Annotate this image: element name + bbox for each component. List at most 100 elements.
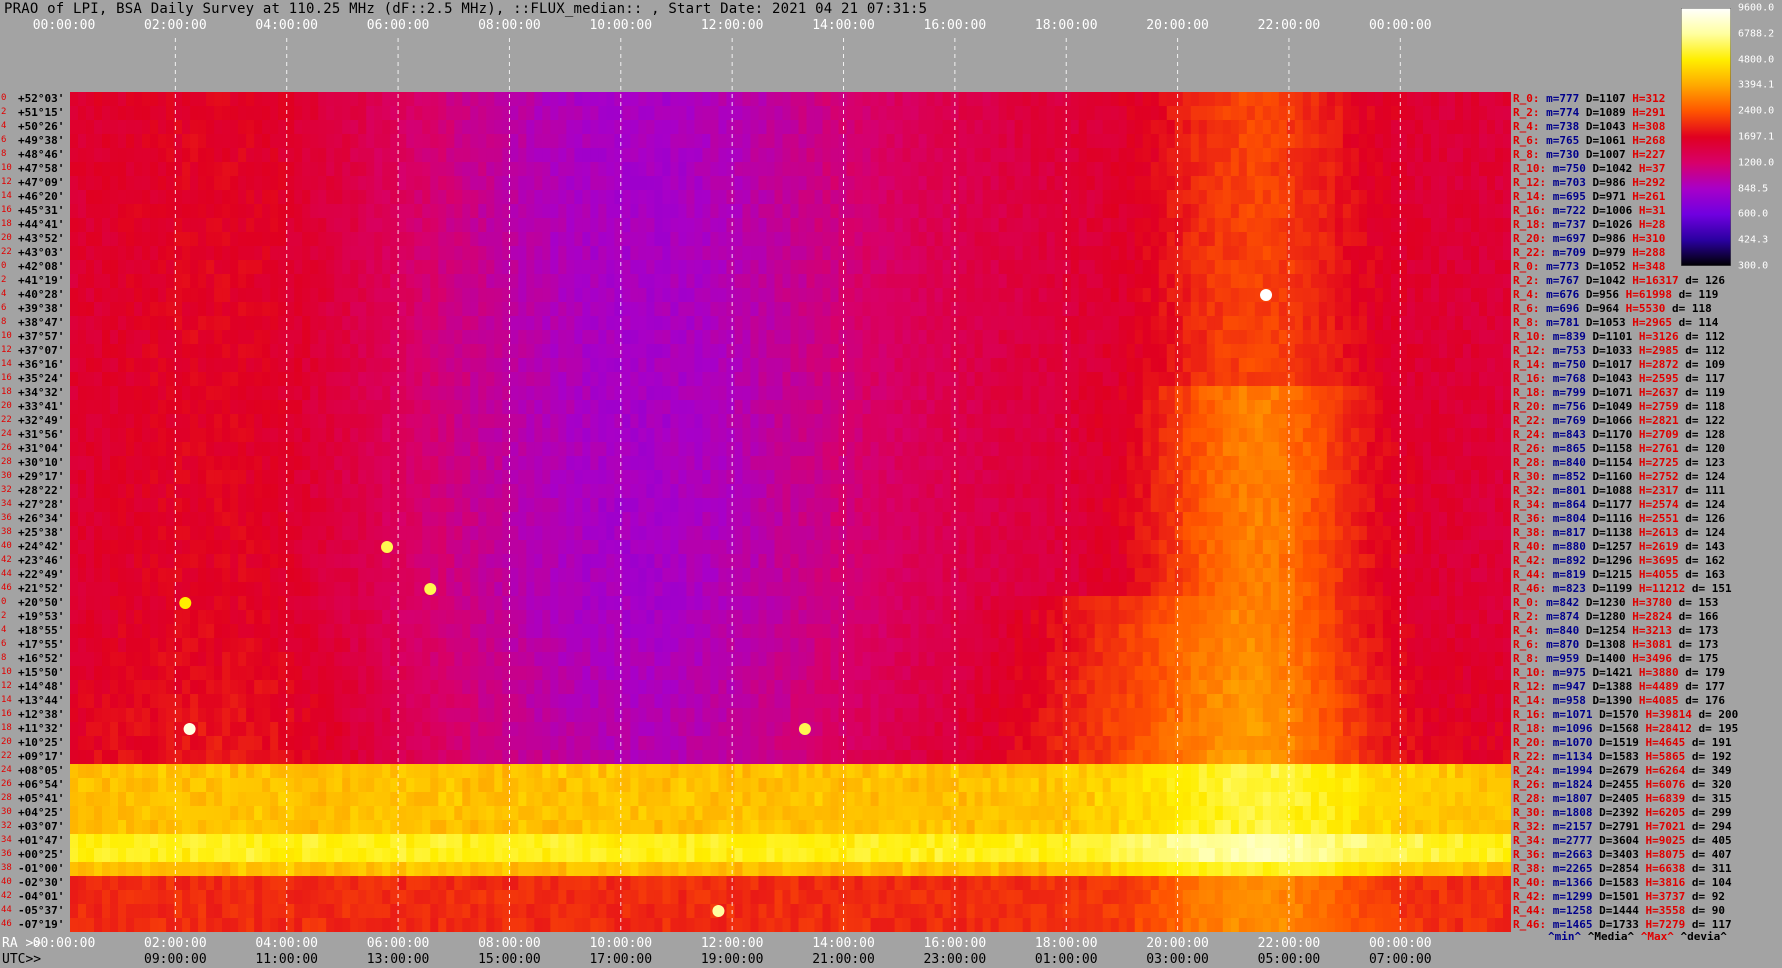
stats-row: R_0: m=773 D=1052 H=348 xyxy=(1513,261,1665,273)
chart-title: PRAO of LPI, BSA Daily Survey at 110.25 … xyxy=(4,1,928,17)
stats-dd: d= 166 xyxy=(1678,610,1719,623)
stats-row: R_36: m=804 D=1116 H=2551 d= 126 xyxy=(1513,513,1725,525)
stats-d: D=1215 xyxy=(1592,568,1639,581)
row-index-label: 4 xyxy=(1,121,7,131)
stats-h: H=2985 xyxy=(1638,344,1686,357)
stats-row: R_30: m=852 D=1160 H=2752 d= 124 xyxy=(1513,471,1725,483)
stats-row: R_12: m=947 D=1388 H=4489 d= 177 xyxy=(1513,681,1725,693)
stats-h: H=3213 xyxy=(1632,624,1679,637)
stats-d: D=1049 xyxy=(1592,400,1639,413)
stats-m: m=737 xyxy=(1552,218,1593,231)
stats-h: H=312 xyxy=(1632,92,1666,105)
stats-h: H=9025 xyxy=(1645,834,1692,847)
stats-h: H=6076 xyxy=(1645,778,1692,791)
declination-label: +00°25' xyxy=(18,848,65,861)
stats-r: R_18: xyxy=(1513,722,1553,735)
stats-r: R_12: xyxy=(1513,680,1553,693)
stats-h: H=16317 xyxy=(1632,274,1686,287)
stats-d: D=1257 xyxy=(1592,540,1639,553)
declination-label: +22°49' xyxy=(18,568,65,581)
stats-footer-max: ^Max^ xyxy=(1640,930,1674,943)
row-index-label: 18 xyxy=(1,387,12,397)
row-index-label: 0 xyxy=(1,93,7,103)
stats-dd: d= 128 xyxy=(1685,428,1725,441)
stats-r: R_18: xyxy=(1513,218,1553,231)
stats-h: H=2595 xyxy=(1638,372,1686,385)
row-index-label: 14 xyxy=(1,359,12,369)
stats-row: R_12: m=703 D=986 H=292 xyxy=(1513,177,1665,189)
stats-row: R_38: m=2265 D=2854 H=6638 d= 311 xyxy=(1513,863,1732,875)
ra-tick-label: 14:00:00 xyxy=(812,936,875,951)
stats-r: R_34: xyxy=(1513,834,1553,847)
stats-h: H=310 xyxy=(1632,232,1666,245)
declination-label: +28°22' xyxy=(18,484,65,497)
row-index-label: 0 xyxy=(1,597,7,607)
stats-m: m=695 xyxy=(1552,190,1593,203)
row-index-label: 30 xyxy=(1,807,12,817)
stats-m: m=750 xyxy=(1552,162,1593,175)
declination-label: +04°25' xyxy=(18,806,65,819)
stats-row: R_0: m=777 D=1107 H=312 xyxy=(1513,93,1665,105)
ra-tick-label: 22:00:00 xyxy=(1257,936,1321,951)
stats-d: D=2679 xyxy=(1599,764,1646,777)
row-index-label: 36 xyxy=(1,849,12,859)
utc-tick-label: 23:00:00 xyxy=(923,952,987,967)
stats-row: R_44: m=1258 D=1444 H=3558 d= 90 xyxy=(1513,905,1725,917)
stats-row: R_30: m=1808 D=2392 H=6205 d= 299 xyxy=(1513,807,1732,819)
stats-m: m=823 xyxy=(1552,582,1593,595)
stats-r: R_4: xyxy=(1513,624,1547,637)
stats-dd: d= 123 xyxy=(1685,456,1725,469)
stats-row: R_6: m=870 D=1308 H=3081 d= 173 xyxy=(1513,639,1718,651)
stats-dd: d= 120 xyxy=(1685,442,1725,455)
stats-dd: d= 163 xyxy=(1685,568,1725,581)
stats-r: R_30: xyxy=(1513,470,1553,483)
stats-h: H=2759 xyxy=(1638,400,1686,413)
stats-h: H=292 xyxy=(1632,176,1666,189)
stats-h: H=3081 xyxy=(1632,638,1679,651)
stats-footer-devia: ^devia^ xyxy=(1680,930,1727,943)
stats-r: R_26: xyxy=(1513,442,1553,455)
stats-row: R_14: m=695 D=971 H=261 xyxy=(1513,191,1665,203)
stats-d: D=2455 xyxy=(1599,778,1646,791)
stats-r: R_6: xyxy=(1513,638,1547,651)
stats-row: R_26: m=865 D=1158 H=2761 d= 120 xyxy=(1513,443,1725,455)
row-index-label: 2 xyxy=(1,107,7,117)
stats-h: H=2761 xyxy=(1638,442,1686,455)
colorbar-tick-label: 2400.0 xyxy=(1738,105,1775,117)
declination-label: +36°16' xyxy=(18,358,65,371)
row-index-label: 28 xyxy=(1,793,12,803)
declination-label: +11°32' xyxy=(18,722,65,735)
stats-m: m=709 xyxy=(1552,246,1593,259)
utc-tick-label: 07:00:00 xyxy=(1368,952,1432,967)
declination-label: +51°15' xyxy=(18,106,65,119)
stats-dd: d= 112 xyxy=(1685,344,1725,357)
stats-row: R_34: m=2777 D=3604 H=9025 d= 405 xyxy=(1513,835,1732,847)
declination-label: +29°17' xyxy=(18,470,65,483)
stats-m: m=722 xyxy=(1552,204,1593,217)
declination-label: +06°54' xyxy=(18,778,65,791)
row-index-label: 32 xyxy=(1,821,12,831)
colorbar xyxy=(1680,7,1732,267)
stats-h: H=39814 xyxy=(1645,708,1699,721)
stats-r: R_44: xyxy=(1513,568,1553,581)
colorbar-tick-label: 1697.1 xyxy=(1738,131,1775,143)
stats-d: D=2791 xyxy=(1599,820,1646,833)
declination-label: +30°10' xyxy=(18,456,65,469)
stats-m: m=880 xyxy=(1552,540,1593,553)
stats-r: R_10: xyxy=(1513,666,1553,679)
point-source-6 xyxy=(179,597,192,609)
stats-h: H=61998 xyxy=(1625,288,1679,301)
row-index-label: 24 xyxy=(1,429,12,439)
stats-m: m=676 xyxy=(1546,288,1586,301)
stats-dd: d= 176 xyxy=(1685,694,1725,707)
stats-row: R_24: m=1994 D=2679 H=6264 d= 349 xyxy=(1513,765,1732,777)
stats-r: R_6: xyxy=(1513,302,1547,315)
stats-d: D=1043 xyxy=(1592,372,1639,385)
stats-d: D=1254 xyxy=(1585,624,1633,637)
declination-label: +21°52' xyxy=(18,582,65,595)
stats-d: D=1308 xyxy=(1585,638,1633,651)
stats-m: m=819 xyxy=(1552,568,1593,581)
stats-row: R_14: m=750 D=1017 H=2872 d= 109 xyxy=(1513,359,1725,371)
stats-d: D=1421 xyxy=(1592,666,1639,679)
stats-m: m=840 xyxy=(1552,456,1593,469)
